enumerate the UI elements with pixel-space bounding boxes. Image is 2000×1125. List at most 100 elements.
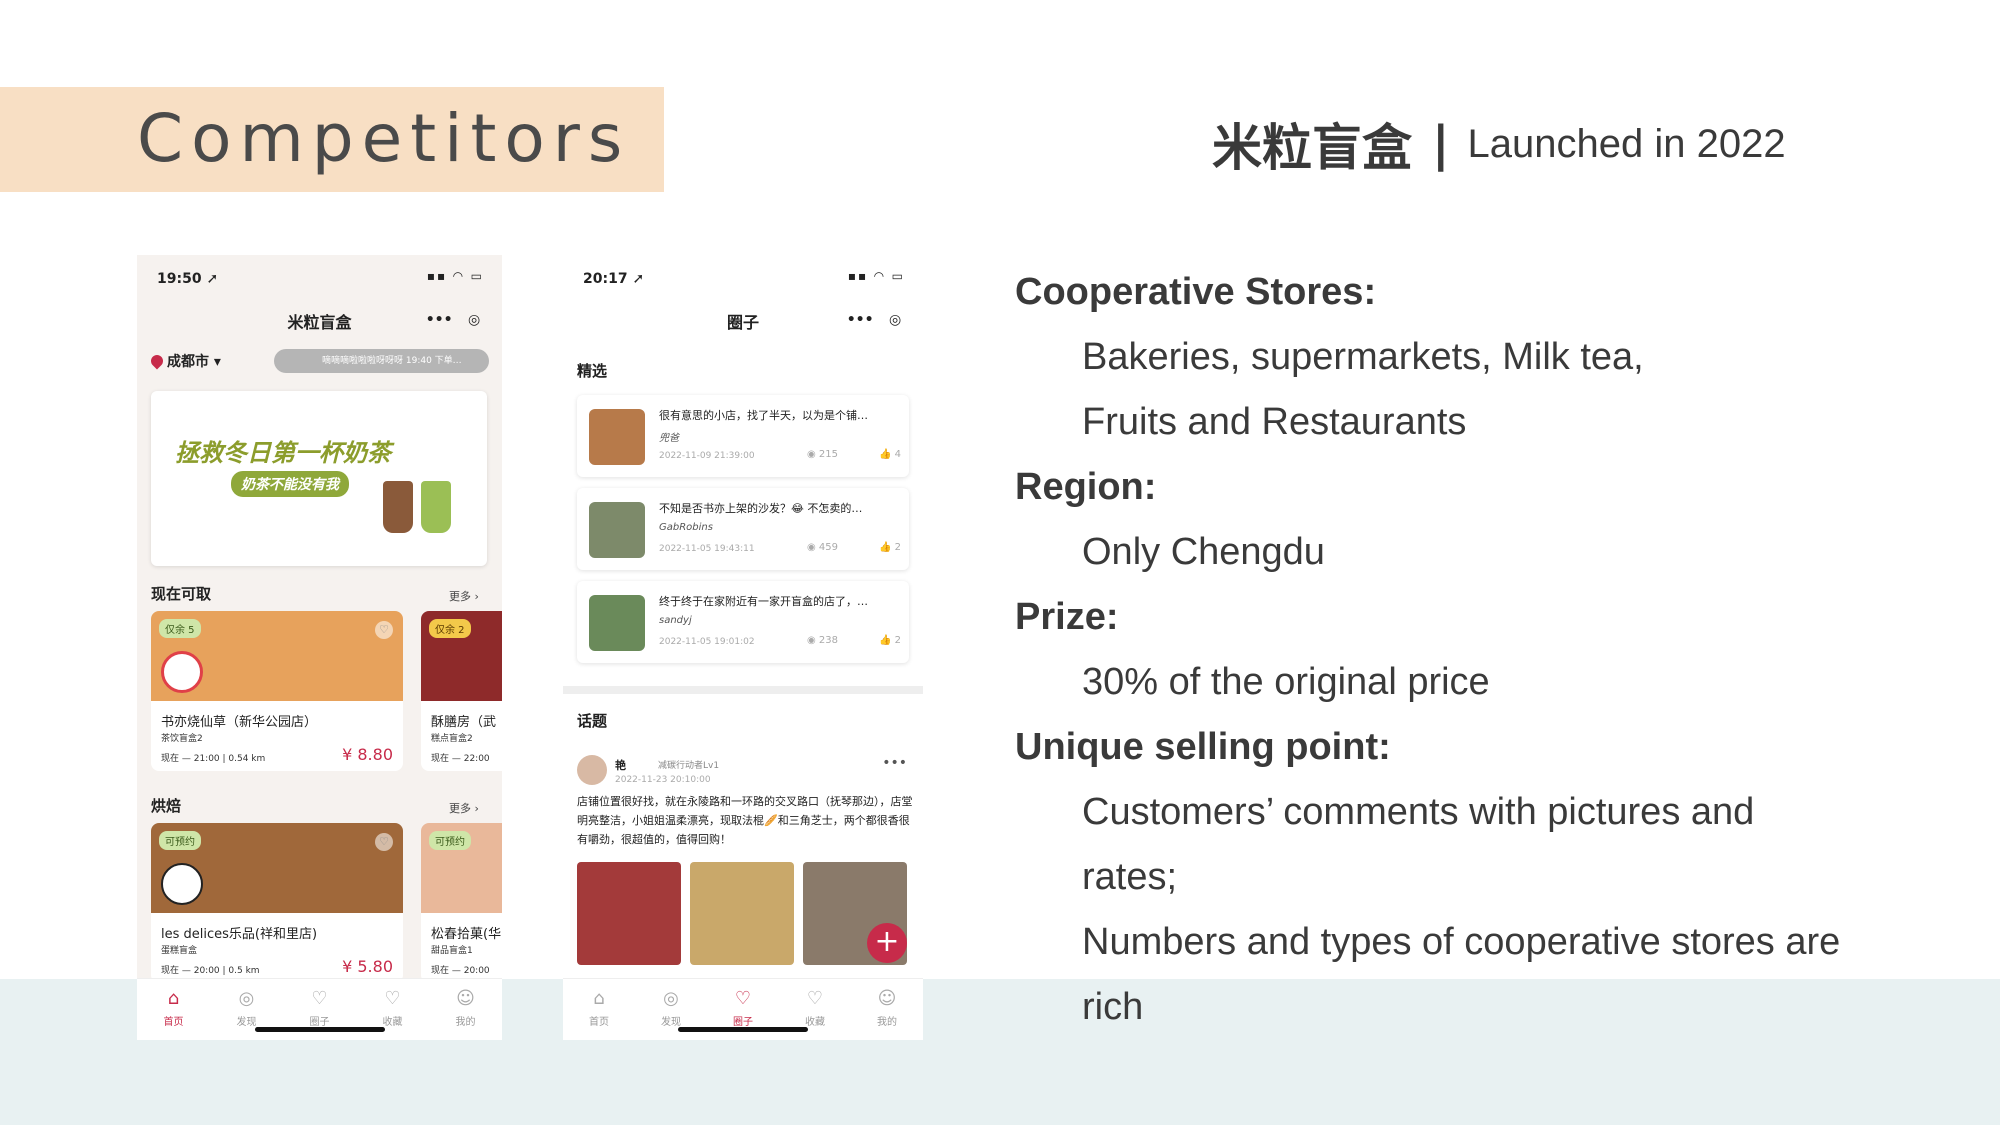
matcha-cup-image [421, 481, 451, 533]
post-date: 2022-11-09 21:39:00 [659, 451, 755, 461]
more-icon[interactable]: ••• [426, 312, 453, 328]
more-link-available[interactable]: 更多 › [449, 588, 479, 604]
featured-post[interactable]: 终于终于在家附近有一家开盲盒的店了，… sandyj 2022-11-05 19… [577, 581, 909, 663]
banner-subline: 奶茶不能没有我 [231, 471, 349, 497]
more-icon[interactable]: ••• [847, 312, 874, 328]
circle-icon: ♡ [311, 988, 328, 1009]
mini-program-capsule[interactable]: ••• ◎ [418, 306, 488, 334]
user-icon: ☺ [456, 988, 475, 1009]
like-count[interactable]: 👍 2 [879, 635, 901, 646]
price: ¥ 8.80 [342, 745, 393, 764]
like-count[interactable]: 👍 2 [879, 542, 901, 553]
promo-banner[interactable]: 拯救冬日第一杯奶茶 奶茶不能没有我 [151, 391, 487, 566]
pickup-time-distance: 现在 — 20:00 | 0.5 km [161, 966, 260, 976]
store-card[interactable]: 仅余 2 酥膳房（武 糕点盲盒2 现在 — 22:00 [421, 611, 502, 771]
stock-badge: 仅余 5 [159, 619, 201, 638]
status-icons: ▪▪ ◠ ▭ [847, 269, 905, 283]
topic-date: 2022-11-23 20:10:00 [615, 775, 711, 785]
box-type: 蛋糕盲盒 [161, 946, 198, 956]
post-thumbnail [589, 409, 645, 465]
status-bar: 19:50 ➚ ▪▪ ◠ ▭ [137, 255, 502, 300]
location-pin-icon [148, 352, 166, 370]
tab-label: 收藏 [382, 1017, 403, 1028]
post-title: 不知是否书亦上架的沙发？😂 不怎卖的… [659, 502, 863, 515]
tab-home[interactable]: ⌂ 首页 [563, 979, 635, 1040]
tab-home[interactable]: ⌂ 首页 [137, 979, 210, 1040]
close-icon[interactable]: ◎ [889, 312, 901, 328]
store-logo [161, 863, 203, 905]
pickup-time: 现在 — 20:00 [431, 966, 490, 976]
section-divider [563, 686, 923, 694]
section-available-now: 现在可取 [151, 585, 212, 603]
tab-me[interactable]: ☺ 我的 [429, 979, 502, 1040]
slide-title: Competitors [137, 100, 631, 177]
mini-program-capsule[interactable]: ••• ◎ [839, 306, 909, 334]
stores-label: Cooperative Stores: [1015, 271, 1377, 313]
box-type: 糕点盲盒2 [431, 734, 473, 744]
tab-label: 收藏 [805, 1017, 825, 1028]
featured-post[interactable]: 很有意思的小店，找了半天，以为是个铺… 兜爸 2022-11-09 21:39:… [577, 395, 909, 477]
tab-me[interactable]: ☺ 我的 [851, 979, 923, 1040]
usp-line-1: Customers’ comments with pictures and [1082, 791, 1755, 833]
post-author: GabRobins [659, 522, 713, 533]
heart-icon: ♡ [384, 988, 401, 1009]
topic-photo[interactable] [690, 862, 794, 965]
tab-label: 发现 [661, 1017, 681, 1028]
location-label: 成都市 ▾ [167, 354, 221, 370]
prize-label: Prize: [1015, 596, 1119, 638]
usp-line-2: rates; [1082, 856, 1178, 898]
post-title: 很有意思的小店，找了半天，以为是个铺… [659, 409, 868, 422]
tab-label: 我的 [877, 1017, 897, 1028]
app-screenshot-home: 19:50 ➚ ▪▪ ◠ ▭ 米粒盲盒 ••• ◎ 成都市 ▾ 嘀嘀嘀啦啦啦呀呀… [137, 255, 502, 1040]
post-author: sandyj [659, 615, 692, 626]
topic-username: 艳 [615, 759, 626, 772]
usp-line-3: Numbers and types of cooperative stores … [1082, 921, 1841, 963]
add-post-button[interactable]: + [867, 923, 907, 963]
store-name: 书亦烧仙草（新华公园店） [161, 715, 318, 730]
favorite-heart-icon[interactable]: ♡ [375, 833, 393, 851]
usp-line-4: rich [1082, 986, 1144, 1028]
view-count: ◉ 215 [807, 449, 838, 460]
view-count: ◉ 238 [807, 635, 838, 646]
avatar[interactable] [577, 755, 607, 785]
box-type: 茶饮盲盒2 [161, 734, 203, 744]
tab-bar: ⌂ 首页 ◎ 发现 ♡ 圈子 ♡ 收藏 ☺ 我的 [137, 978, 502, 1040]
view-count: ◉ 459 [807, 542, 838, 553]
region-value: Only Chengdu [1082, 531, 1325, 573]
post-date: 2022-11-05 19:43:11 [659, 544, 755, 554]
nav-bar: 圈子 ••• ◎ [563, 300, 923, 340]
banner-headline: 拯救冬日第一杯奶茶 [175, 439, 391, 467]
heart-icon: ♡ [806, 988, 824, 1009]
section-topics: 话题 [577, 712, 608, 730]
compass-icon: ◎ [238, 988, 255, 1009]
status-bar: 20:17 ➚ ▪▪ ◠ ▭ [563, 255, 923, 300]
app-screenshot-circle: 20:17 ➚ ▪▪ ◠ ▭ 圈子 ••• ◎ 精选 很有意思的小店，找了半天，… [563, 255, 923, 1040]
more-link-bakery[interactable]: 更多 › [449, 800, 479, 816]
usp-label: Unique selling point: [1015, 726, 1391, 768]
reservable-badge: 可预约 [159, 831, 201, 850]
tab-label: 我的 [455, 1017, 476, 1028]
store-card[interactable]: 可预约 松春拾菓(华 甜品盲盒1 现在 — 20:00 [421, 823, 502, 983]
tab-label: 首页 [589, 1017, 609, 1028]
tab-bar: ⌂ 首页 ◎ 发现 ♡ 圈子 ♡ 收藏 ☺ 我的 [563, 978, 923, 1040]
close-icon[interactable]: ◎ [468, 312, 480, 328]
tab-label: 发现 [236, 1017, 257, 1028]
section-bakery: 烘焙 [151, 797, 182, 815]
store-card[interactable]: 仅余 5 ♡ 书亦烧仙草（新华公园店） 茶饮盲盒2 现在 — 21:00 | 0… [151, 611, 403, 771]
store-card[interactable]: 可预约 ♡ les delices乐品(祥和里店) 蛋糕盲盒 现在 — 20:0… [151, 823, 403, 983]
location-selector[interactable]: 成都市 ▾ [148, 351, 221, 371]
favorite-heart-icon[interactable]: ♡ [375, 621, 393, 639]
competitor-name: 米粒盲盒 [1212, 119, 1412, 177]
competitor-heading: 米粒盲盒 | Launched in 2022 [1212, 108, 1786, 180]
home-icon: ⌂ [593, 988, 605, 1009]
topic-photo[interactable] [577, 862, 681, 965]
featured-post[interactable]: 不知是否书亦上架的沙发？😂 不怎卖的… GabRobins 2022-11-05… [577, 488, 909, 570]
order-notice[interactable]: 嘀嘀嘀啦啦啦呀呀呀 19:40 下单… [274, 349, 489, 373]
price: ¥ 5.80 [342, 957, 393, 976]
competitor-details: Cooperative Stores: Bakeries, supermarke… [1015, 260, 1975, 1040]
store-name: les delices乐品(祥和里店) [161, 927, 318, 942]
tab-label: 首页 [163, 1017, 184, 1028]
post-menu-icon[interactable]: ••• [882, 755, 907, 771]
post-thumbnail [589, 595, 645, 651]
like-count[interactable]: 👍 4 [879, 449, 901, 460]
